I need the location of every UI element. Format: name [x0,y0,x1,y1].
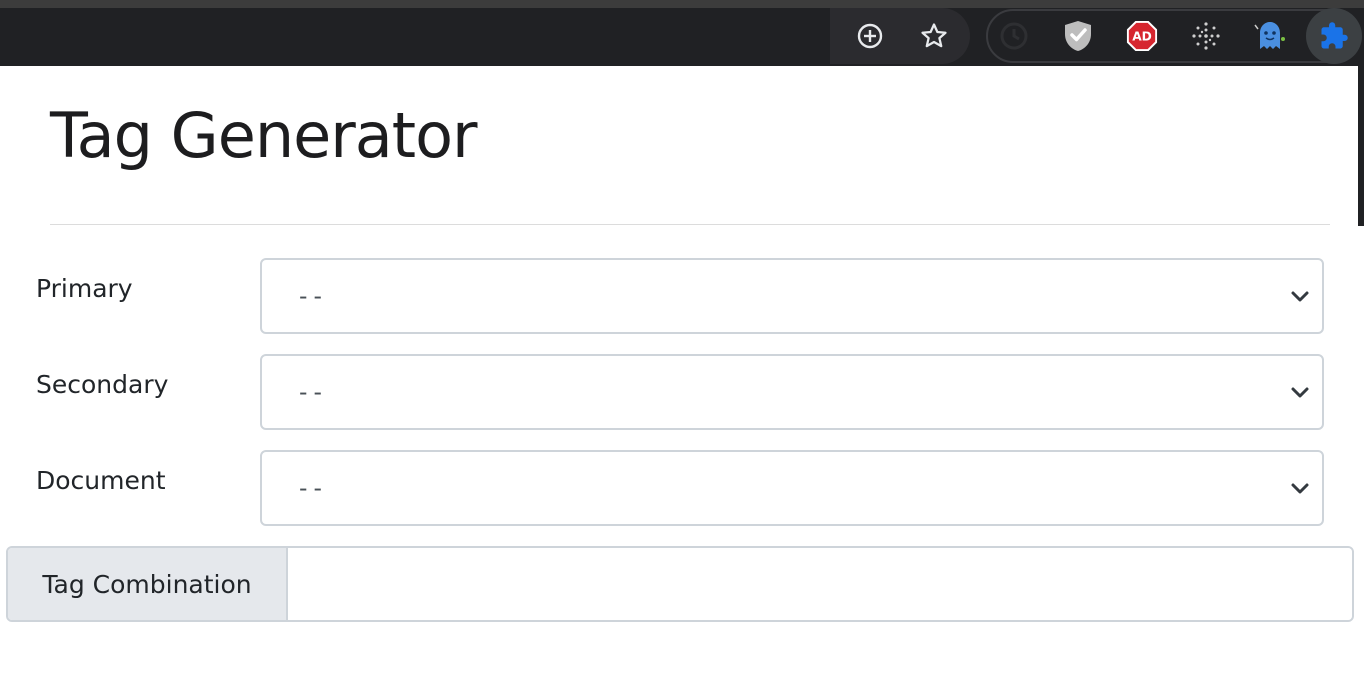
page-scrollbar[interactable] [1358,66,1364,226]
tag-combination-group: Tag Combination [6,546,1354,622]
chevron-down-icon [1291,291,1309,302]
document-label: Document [36,466,166,495]
puzzle-extensions-icon[interactable] [1306,8,1362,64]
sparkle-dots-icon[interactable] [1190,20,1222,52]
document-select-value: -- [296,474,325,502]
adblock-icon[interactable]: AD [1126,20,1158,52]
primary-select-value: -- [296,282,325,310]
page-title: Tag Generator [50,99,478,172]
chevron-down-icon [1291,483,1309,494]
tab-strip [0,0,1364,8]
browser-toolbar: AD [0,0,1364,66]
star-bookmark-icon[interactable] [918,20,950,52]
primary-label: Primary [36,274,133,303]
ghost-icon[interactable] [1254,20,1286,52]
secondary-select[interactable]: -- [260,354,1324,430]
shield-check-icon[interactable] [1062,20,1094,52]
history-clock-icon[interactable] [998,20,1030,52]
primary-select[interactable]: -- [260,258,1324,334]
page-content: Tag Generator Primary -- Secondary -- Do… [0,66,1358,686]
extensions-area [986,9,1360,63]
secondary-select-value: -- [296,378,325,406]
svg-text:AD: AD [1132,30,1152,44]
secondary-label: Secondary [36,370,169,399]
tag-combination-label: Tag Combination [8,548,288,620]
title-divider [50,224,1330,225]
tag-combination-output[interactable] [288,548,1352,620]
zoom-plus-icon[interactable] [854,20,886,52]
chevron-down-icon [1291,387,1309,398]
document-select[interactable]: -- [260,450,1324,526]
